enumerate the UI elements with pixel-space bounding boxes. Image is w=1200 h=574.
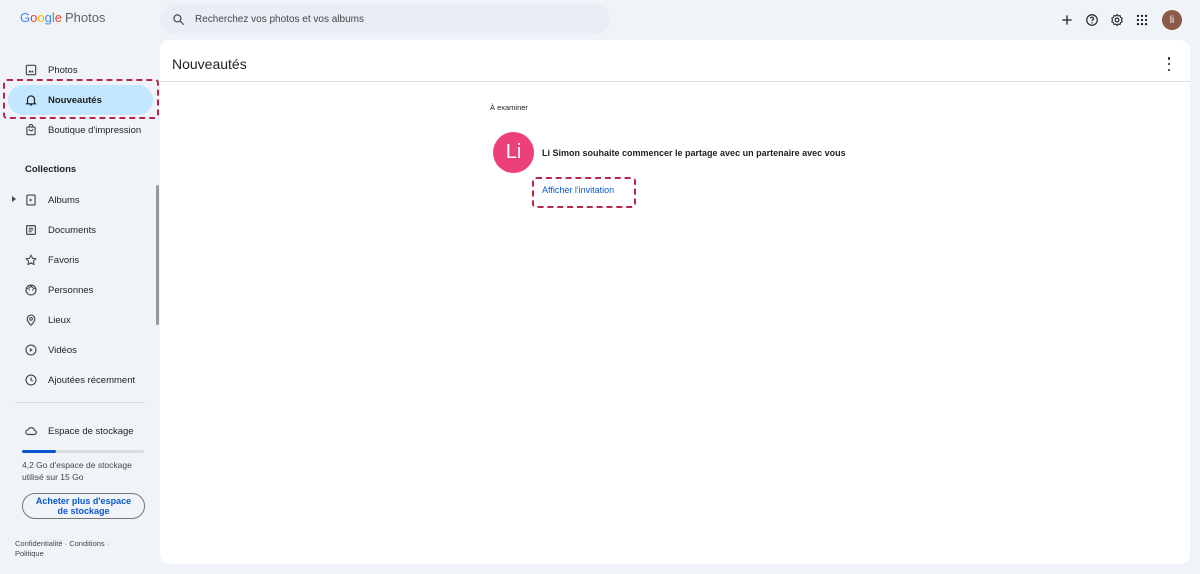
search-input[interactable]: [195, 14, 575, 25]
google-photos-logo[interactable]: Google Photos: [20, 10, 105, 25]
album-icon: [26, 194, 36, 206]
sidebar-item-lieux[interactable]: Lieux: [8, 305, 153, 335]
photo-icon: [25, 64, 37, 76]
sidebar-item-label: Documents: [48, 224, 97, 236]
page-title: Nouveautés: [172, 56, 247, 72]
sidebar-item-documents[interactable]: Documents: [8, 215, 153, 245]
logo-product: Photos: [64, 10, 106, 25]
help-icon[interactable]: [1079, 9, 1104, 31]
sidebar-item-label: Espace de stockage: [48, 425, 134, 437]
storage-usage-text: 4,2 Go d'espace de stockage utilisé sur …: [22, 460, 132, 482]
buy-storage-button[interactable]: Acheter plus d'espace de stockage: [22, 493, 145, 519]
sidebar-item-boutique[interactable]: Boutique d'impression: [8, 115, 153, 145]
add-icon[interactable]: [1054, 9, 1079, 31]
sender-avatar: Li: [493, 132, 534, 173]
play-circle-icon: [25, 344, 37, 356]
main-header: Nouveautés: [160, 40, 1190, 82]
search-icon[interactable]: [172, 13, 185, 26]
sidebar-item-label: Boutique d'impression: [48, 124, 142, 136]
location-pin-icon: [26, 314, 36, 327]
sidebar-item-nouveautes[interactable]: Nouveautés: [8, 85, 153, 115]
document-icon: [26, 225, 36, 235]
footer-links: Confidentialité · Conditions · Politique: [15, 539, 145, 559]
main-panel: Nouveautés À examiner Li Li Simon souhai…: [160, 40, 1190, 564]
apps-grid-icon[interactable]: [1129, 9, 1154, 31]
logo-word: Google: [20, 10, 62, 25]
sidebar-item-storage[interactable]: Espace de stockage: [8, 416, 153, 446]
sidebar-item-ajoutees-recemment[interactable]: Ajoutées récemment: [8, 365, 153, 395]
sidebar-item-label: Ajoutées récemment: [48, 374, 136, 386]
more-options-icon[interactable]: [1164, 57, 1174, 71]
star-icon: [25, 254, 37, 266]
sidebar-item-favoris[interactable]: Favoris: [8, 245, 153, 275]
footer-separator: ·: [106, 539, 110, 548]
section-label: À examiner: [490, 103, 528, 112]
collections-heading: Collections: [25, 164, 77, 175]
storage-progress-bar: [22, 450, 144, 453]
sidebar-item-label: Albums: [48, 194, 80, 206]
sidebar-item-label: Lieux: [48, 314, 71, 326]
sidebar-item-label: Personnes: [48, 284, 94, 296]
sidebar: Photos Nouveautés Boutique d'impression …: [0, 40, 160, 574]
privacy-link[interactable]: Confidentialité: [15, 539, 63, 548]
face-icon: [25, 284, 37, 296]
top-actions: li: [1054, 9, 1182, 31]
footer-separator: ·: [64, 539, 68, 548]
bell-icon: [25, 95, 37, 106]
policy-link[interactable]: Politique: [15, 549, 44, 558]
sidebar-item-label: Photos: [48, 64, 78, 76]
storage-progress-fill: [22, 450, 57, 453]
sidebar-divider: [15, 402, 145, 403]
sidebar-item-label: Vidéos: [48, 344, 77, 356]
sidebar-item-photos[interactable]: Photos: [8, 55, 153, 85]
sidebar-item-personnes[interactable]: Personnes: [8, 275, 153, 305]
search-bar[interactable]: [160, 4, 610, 35]
sidebar-item-label: Favoris: [48, 254, 80, 266]
sidebar-item-label: Nouveautés: [48, 94, 102, 106]
view-invitation-link[interactable]: Afficher l'invitation: [542, 185, 614, 195]
sidebar-scrollbar[interactable]: [156, 185, 159, 325]
account-avatar[interactable]: li: [1162, 10, 1182, 30]
settings-icon[interactable]: [1104, 9, 1129, 31]
terms-link[interactable]: Conditions: [69, 539, 104, 548]
sidebar-item-albums[interactable]: Albums: [8, 185, 153, 215]
sidebar-item-videos[interactable]: Vidéos: [8, 335, 153, 365]
cloud-icon: [25, 427, 37, 436]
shopping-bag-icon: [26, 123, 36, 136]
clock-icon: [25, 374, 37, 386]
notification-message: Li Simon souhaite commencer le partage a…: [542, 148, 846, 158]
